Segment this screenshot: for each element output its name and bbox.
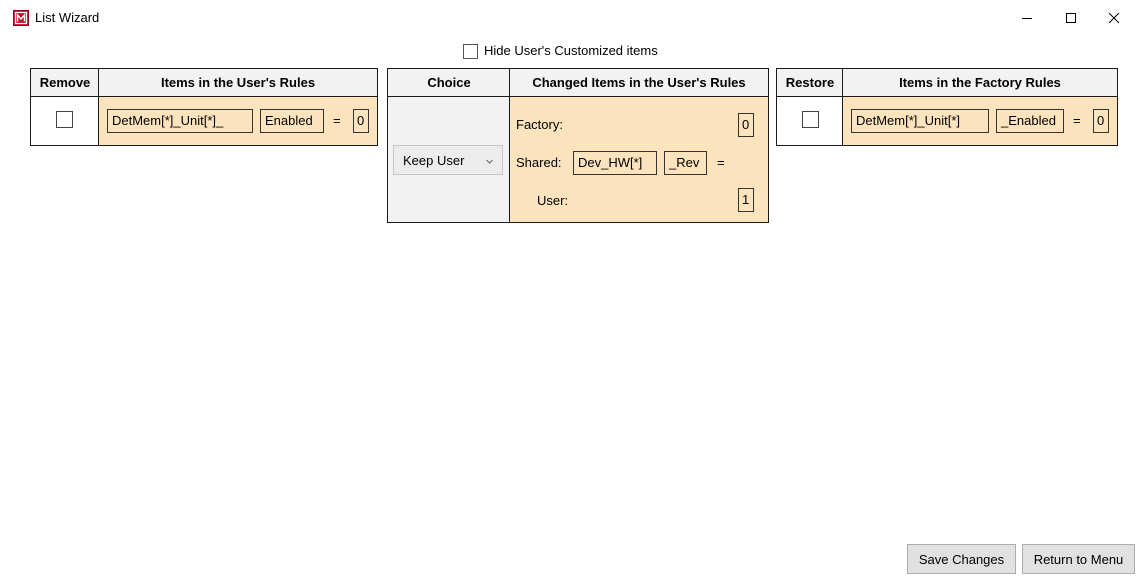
remove-cell xyxy=(31,97,98,145)
changed-items-header: Changed Items in the User's Rules xyxy=(510,69,768,97)
changed-items-table: Choice Changed Items in the User's Rules… xyxy=(387,68,769,223)
factory-rules-table: Restore Items in the Factory Rules DetMe… xyxy=(776,68,1118,146)
user-label: User: xyxy=(537,193,569,208)
user-item-value: 0 xyxy=(353,109,369,133)
maximize-icon[interactable] xyxy=(1058,6,1084,30)
shared-name: Dev_HW[*] xyxy=(573,151,657,175)
shared-attr: _Rev xyxy=(664,151,707,175)
app-logo-icon xyxy=(13,10,29,26)
user-value: 1 xyxy=(738,188,754,212)
close-icon[interactable] xyxy=(1101,6,1127,30)
user-item-name: DetMem[*]_Unit[*]_ xyxy=(107,109,253,133)
restore-checkbox[interactable] xyxy=(802,111,819,128)
choice-header: Choice xyxy=(388,69,510,97)
user-item-attr: Enabled xyxy=(260,109,324,133)
factory-item-name: DetMem[*]_Unit[*] xyxy=(851,109,989,133)
choice-value: Keep User xyxy=(403,152,465,168)
hide-customized-label: Hide User's Customized items xyxy=(484,43,658,58)
shared-equals: = xyxy=(717,155,725,170)
save-changes-button[interactable]: Save Changes xyxy=(907,544,1016,574)
factory-item-equals: = xyxy=(1073,113,1081,128)
restore-cell xyxy=(777,97,842,145)
restore-header: Restore xyxy=(777,69,843,97)
factory-items-header: Items in the Factory Rules xyxy=(843,69,1117,97)
return-to-menu-button[interactable]: Return to Menu xyxy=(1022,544,1135,574)
user-item-equals: = xyxy=(333,113,341,128)
remove-checkbox[interactable] xyxy=(56,111,73,128)
factory-value: 0 xyxy=(738,113,754,137)
shared-label: Shared: xyxy=(516,155,562,170)
factory-item-value: 0 xyxy=(1093,109,1109,133)
choice-dropdown[interactable]: Keep User xyxy=(393,145,503,175)
user-item-cell: DetMem[*]_Unit[*]_ Enabled = 0 xyxy=(99,97,377,145)
factory-item-attr: _Enabled xyxy=(996,109,1064,133)
user-items-header: Items in the User's Rules xyxy=(99,69,377,97)
factory-item-cell: DetMem[*]_Unit[*] _Enabled = 0 xyxy=(843,97,1117,145)
chevron-down-icon xyxy=(485,154,494,169)
factory-label: Factory: xyxy=(516,117,563,132)
changed-item-cell: Factory: 0 Shared: Dev_HW[*] _Rev = User… xyxy=(510,97,768,222)
window-title: List Wizard xyxy=(35,10,100,25)
choice-cell: Keep User xyxy=(388,97,509,222)
user-rules-table: Remove Items in the User's Rules DetMem[… xyxy=(30,68,378,146)
remove-header: Remove xyxy=(31,69,99,97)
hide-customized-checkbox[interactable] xyxy=(463,44,478,59)
minimize-icon[interactable] xyxy=(1014,6,1040,30)
